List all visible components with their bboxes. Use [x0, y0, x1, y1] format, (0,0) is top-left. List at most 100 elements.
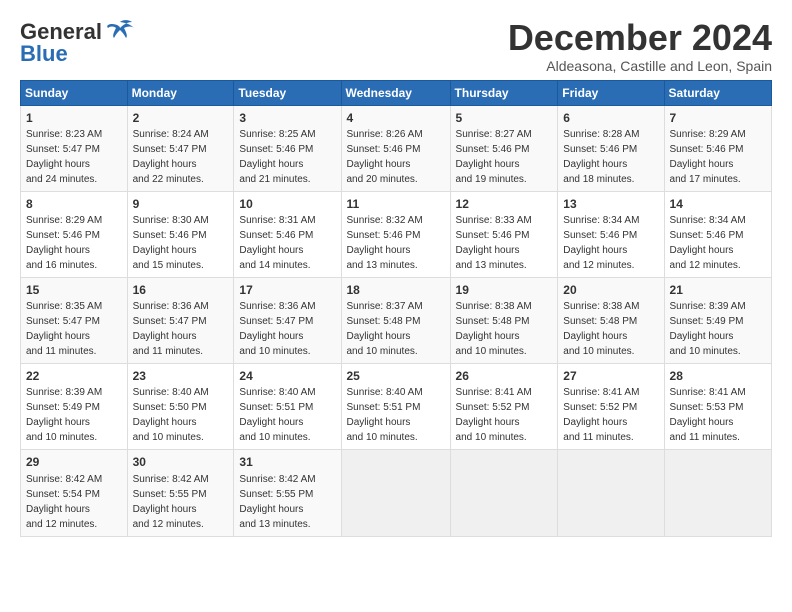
- day-number: 8: [26, 196, 122, 212]
- day-number: 21: [670, 282, 766, 298]
- calendar-cell: 30 Sunrise: 8:42 AMSunset: 5:55 PMDaylig…: [127, 450, 234, 536]
- day-number: 29: [26, 454, 122, 470]
- day-number: 6: [563, 110, 658, 126]
- day-detail: Sunrise: 8:42 AMSunset: 5:55 PMDaylight …: [239, 474, 315, 530]
- calendar-cell: 3 Sunrise: 8:25 AMSunset: 5:46 PMDayligh…: [234, 105, 341, 191]
- calendar-week-row: 22 Sunrise: 8:39 AMSunset: 5:49 PMDaylig…: [21, 364, 772, 450]
- day-detail: Sunrise: 8:24 AMSunset: 5:47 PMDaylight …: [133, 129, 209, 185]
- calendar-cell: 19 Sunrise: 8:38 AMSunset: 5:48 PMDaylig…: [450, 277, 558, 363]
- day-detail: Sunrise: 8:41 AMSunset: 5:53 PMDaylight …: [670, 387, 746, 443]
- logo: General Blue: [20, 18, 134, 67]
- day-number: 31: [239, 454, 335, 470]
- calendar-cell: 29 Sunrise: 8:42 AMSunset: 5:54 PMDaylig…: [21, 450, 128, 536]
- calendar-cell: [558, 450, 664, 536]
- calendar-cell: [450, 450, 558, 536]
- page-container: General Blue December 2024 Aldeasona, Ca…: [0, 0, 792, 547]
- day-detail: Sunrise: 8:41 AMSunset: 5:52 PMDaylight …: [456, 387, 532, 443]
- calendar-cell: 16 Sunrise: 8:36 AMSunset: 5:47 PMDaylig…: [127, 277, 234, 363]
- calendar-header-row: SundayMondayTuesdayWednesdayThursdayFrid…: [21, 80, 772, 105]
- day-number: 3: [239, 110, 335, 126]
- month-title: December 2024: [508, 18, 772, 58]
- day-number: 14: [670, 196, 766, 212]
- calendar-cell: 20 Sunrise: 8:38 AMSunset: 5:48 PMDaylig…: [558, 277, 664, 363]
- day-detail: Sunrise: 8:26 AMSunset: 5:46 PMDaylight …: [347, 129, 423, 185]
- day-number: 22: [26, 368, 122, 384]
- day-number: 5: [456, 110, 553, 126]
- calendar-table: SundayMondayTuesdayWednesdayThursdayFrid…: [20, 80, 772, 537]
- day-header-tuesday: Tuesday: [234, 80, 341, 105]
- logo-bird-icon: [106, 18, 134, 45]
- calendar-cell: 23 Sunrise: 8:40 AMSunset: 5:50 PMDaylig…: [127, 364, 234, 450]
- day-detail: Sunrise: 8:29 AMSunset: 5:46 PMDaylight …: [670, 129, 746, 185]
- day-detail: Sunrise: 8:34 AMSunset: 5:46 PMDaylight …: [670, 215, 746, 271]
- day-number: 1: [26, 110, 122, 126]
- day-number: 16: [133, 282, 229, 298]
- day-header-saturday: Saturday: [664, 80, 771, 105]
- day-number: 19: [456, 282, 553, 298]
- day-number: 17: [239, 282, 335, 298]
- day-detail: Sunrise: 8:39 AMSunset: 5:49 PMDaylight …: [26, 387, 102, 443]
- day-number: 7: [670, 110, 766, 126]
- calendar-cell: 4 Sunrise: 8:26 AMSunset: 5:46 PMDayligh…: [341, 105, 450, 191]
- day-detail: Sunrise: 8:40 AMSunset: 5:51 PMDaylight …: [239, 387, 315, 443]
- calendar-week-row: 8 Sunrise: 8:29 AMSunset: 5:46 PMDayligh…: [21, 191, 772, 277]
- calendar-cell: 27 Sunrise: 8:41 AMSunset: 5:52 PMDaylig…: [558, 364, 664, 450]
- day-detail: Sunrise: 8:29 AMSunset: 5:46 PMDaylight …: [26, 215, 102, 271]
- day-number: 18: [347, 282, 445, 298]
- day-header-friday: Friday: [558, 80, 664, 105]
- calendar-cell: 8 Sunrise: 8:29 AMSunset: 5:46 PMDayligh…: [21, 191, 128, 277]
- calendar-cell: 17 Sunrise: 8:36 AMSunset: 5:47 PMDaylig…: [234, 277, 341, 363]
- calendar-cell: 9 Sunrise: 8:30 AMSunset: 5:46 PMDayligh…: [127, 191, 234, 277]
- day-detail: Sunrise: 8:32 AMSunset: 5:46 PMDaylight …: [347, 215, 423, 271]
- day-number: 2: [133, 110, 229, 126]
- calendar-cell: 13 Sunrise: 8:34 AMSunset: 5:46 PMDaylig…: [558, 191, 664, 277]
- day-detail: Sunrise: 8:36 AMSunset: 5:47 PMDaylight …: [133, 301, 209, 357]
- calendar-cell: [664, 450, 771, 536]
- calendar-cell: 25 Sunrise: 8:40 AMSunset: 5:51 PMDaylig…: [341, 364, 450, 450]
- calendar-cell: 10 Sunrise: 8:31 AMSunset: 5:46 PMDaylig…: [234, 191, 341, 277]
- day-number: 25: [347, 368, 445, 384]
- calendar-cell: 7 Sunrise: 8:29 AMSunset: 5:46 PMDayligh…: [664, 105, 771, 191]
- calendar-cell: [341, 450, 450, 536]
- calendar-week-row: 1 Sunrise: 8:23 AMSunset: 5:47 PMDayligh…: [21, 105, 772, 191]
- day-detail: Sunrise: 8:39 AMSunset: 5:49 PMDaylight …: [670, 301, 746, 357]
- day-detail: Sunrise: 8:36 AMSunset: 5:47 PMDaylight …: [239, 301, 315, 357]
- day-number: 15: [26, 282, 122, 298]
- day-header-monday: Monday: [127, 80, 234, 105]
- logo-general: General: [20, 19, 102, 44]
- day-number: 23: [133, 368, 229, 384]
- day-detail: Sunrise: 8:23 AMSunset: 5:47 PMDaylight …: [26, 129, 102, 185]
- header: General Blue December 2024 Aldeasona, Ca…: [20, 18, 772, 74]
- day-detail: Sunrise: 8:38 AMSunset: 5:48 PMDaylight …: [563, 301, 639, 357]
- day-number: 20: [563, 282, 658, 298]
- day-detail: Sunrise: 8:27 AMSunset: 5:46 PMDaylight …: [456, 129, 532, 185]
- calendar-cell: 11 Sunrise: 8:32 AMSunset: 5:46 PMDaylig…: [341, 191, 450, 277]
- day-number: 12: [456, 196, 553, 212]
- calendar-cell: 5 Sunrise: 8:27 AMSunset: 5:46 PMDayligh…: [450, 105, 558, 191]
- day-detail: Sunrise: 8:25 AMSunset: 5:46 PMDaylight …: [239, 129, 315, 185]
- calendar-cell: 31 Sunrise: 8:42 AMSunset: 5:55 PMDaylig…: [234, 450, 341, 536]
- day-detail: Sunrise: 8:38 AMSunset: 5:48 PMDaylight …: [456, 301, 532, 357]
- calendar-cell: 22 Sunrise: 8:39 AMSunset: 5:49 PMDaylig…: [21, 364, 128, 450]
- day-number: 30: [133, 454, 229, 470]
- day-number: 27: [563, 368, 658, 384]
- day-detail: Sunrise: 8:35 AMSunset: 5:47 PMDaylight …: [26, 301, 102, 357]
- day-detail: Sunrise: 8:33 AMSunset: 5:46 PMDaylight …: [456, 215, 532, 271]
- day-detail: Sunrise: 8:42 AMSunset: 5:55 PMDaylight …: [133, 474, 209, 530]
- calendar-cell: 21 Sunrise: 8:39 AMSunset: 5:49 PMDaylig…: [664, 277, 771, 363]
- day-detail: Sunrise: 8:28 AMSunset: 5:46 PMDaylight …: [563, 129, 639, 185]
- day-detail: Sunrise: 8:42 AMSunset: 5:54 PMDaylight …: [26, 474, 102, 530]
- day-number: 24: [239, 368, 335, 384]
- day-detail: Sunrise: 8:31 AMSunset: 5:46 PMDaylight …: [239, 215, 315, 271]
- day-detail: Sunrise: 8:30 AMSunset: 5:46 PMDaylight …: [133, 215, 209, 271]
- location: Aldeasona, Castille and Leon, Spain: [508, 58, 772, 74]
- logo-blue: Blue: [20, 41, 68, 67]
- day-number: 11: [347, 196, 445, 212]
- day-number: 4: [347, 110, 445, 126]
- day-number: 13: [563, 196, 658, 212]
- day-detail: Sunrise: 8:37 AMSunset: 5:48 PMDaylight …: [347, 301, 423, 357]
- calendar-cell: 12 Sunrise: 8:33 AMSunset: 5:46 PMDaylig…: [450, 191, 558, 277]
- day-detail: Sunrise: 8:34 AMSunset: 5:46 PMDaylight …: [563, 215, 639, 271]
- calendar-cell: 1 Sunrise: 8:23 AMSunset: 5:47 PMDayligh…: [21, 105, 128, 191]
- day-detail: Sunrise: 8:40 AMSunset: 5:50 PMDaylight …: [133, 387, 209, 443]
